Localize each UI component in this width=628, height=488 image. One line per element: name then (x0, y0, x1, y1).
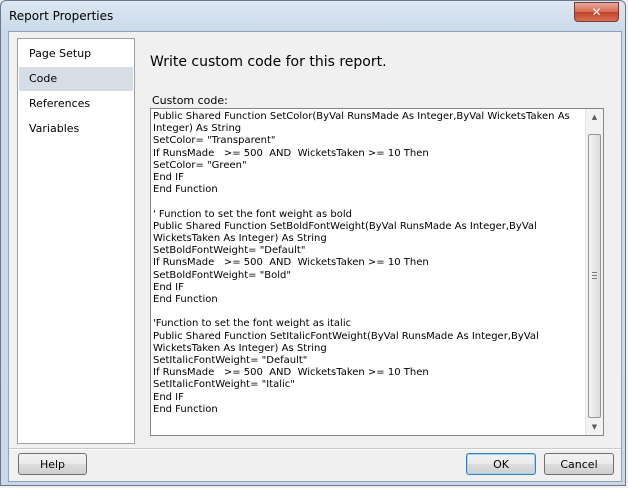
scrollbar-thumb[interactable] (588, 134, 601, 418)
custom-code-text[interactable]: Public Shared Function SetColor(ByVal Ru… (153, 111, 583, 433)
scroll-down-icon[interactable]: ▼ (586, 419, 603, 435)
sidebar-item-references[interactable]: References (19, 92, 133, 116)
cancel-button[interactable]: Cancel (544, 453, 614, 475)
custom-code-editor[interactable]: Public Shared Function SetColor(ByVal Ru… (150, 108, 604, 436)
report-properties-dialog: Report Properties ✕ Page Setup Code Refe… (0, 0, 626, 486)
ok-button[interactable]: OK (466, 453, 536, 475)
custom-code-label: Custom code: (152, 94, 228, 107)
dialog-body: Page Setup Code References Variables Wri… (8, 31, 622, 482)
title-bar[interactable]: Report Properties ✕ (1, 1, 625, 31)
vertical-scrollbar[interactable]: ▲ ▼ (585, 109, 603, 435)
footer-divider (9, 448, 621, 450)
scroll-up-icon[interactable]: ▲ (586, 109, 603, 125)
window-title: Report Properties (9, 9, 114, 23)
close-icon: ✕ (591, 5, 602, 19)
close-button[interactable]: ✕ (574, 2, 619, 22)
sidebar-item-code[interactable]: Code (19, 67, 133, 91)
page-heading: Write custom code for this report. (150, 54, 387, 70)
help-button[interactable]: Help (18, 453, 87, 475)
sidebar-item-page-setup[interactable]: Page Setup (19, 42, 133, 66)
sidebar: Page Setup Code References Variables (17, 38, 135, 444)
grip-icon (592, 272, 597, 279)
sidebar-item-variables[interactable]: Variables (19, 117, 133, 141)
